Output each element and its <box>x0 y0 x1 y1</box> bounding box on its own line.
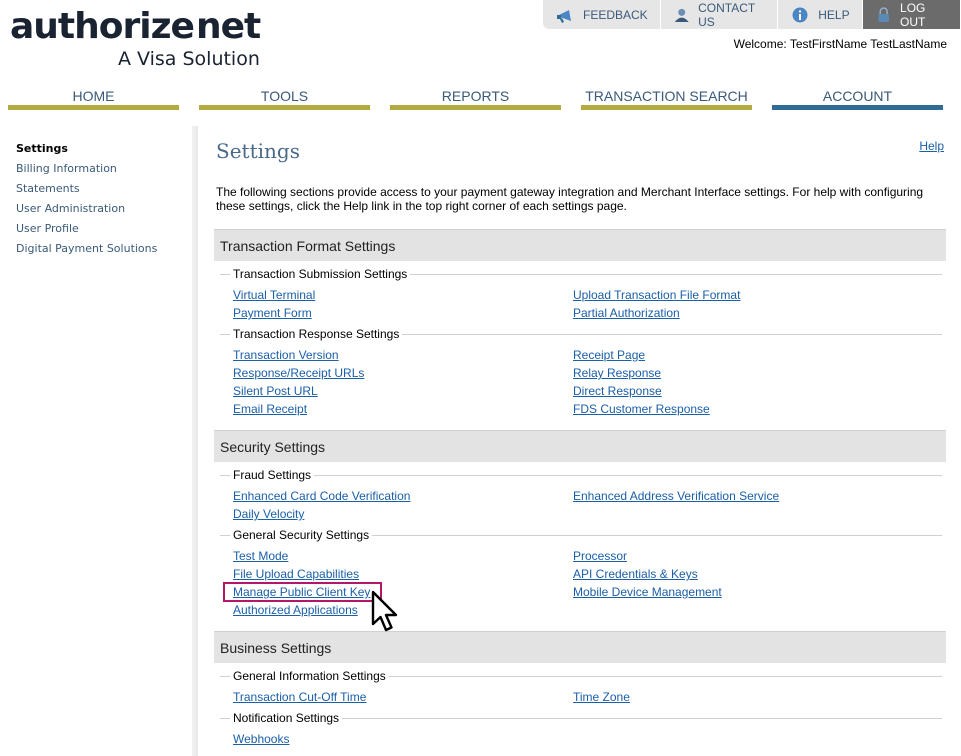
nav-tab-tools[interactable]: TOOLS <box>199 88 370 110</box>
link-transaction-cut-off-time[interactable]: Transaction Cut-Off Time <box>233 690 366 704</box>
log-out-link[interactable]: LOG OUT <box>862 0 961 29</box>
log-out-label: LOG OUT <box>900 0 926 29</box>
link-mobile-device-management[interactable]: Mobile Device Management <box>573 585 722 599</box>
logo-text-authorize: authorize <box>10 6 195 47</box>
subhead-rule <box>220 475 942 476</box>
link-enhanced-address-verification-service[interactable]: Enhanced Address Verification Service <box>573 489 779 503</box>
person-icon <box>674 8 689 22</box>
link-file-upload-capabilities[interactable]: File Upload Capabilities <box>233 567 359 581</box>
account-sidebar: Settings Billing Information Statements … <box>16 141 157 261</box>
page-title: Settings <box>216 139 300 163</box>
lock-icon <box>878 6 889 22</box>
sidebar-item-settings[interactable]: Settings <box>16 141 157 161</box>
link-silent-post-url[interactable]: Silent Post URL <box>233 384 318 398</box>
authorize-net-logo[interactable]: authorize net A Visa Solution <box>10 6 261 71</box>
subhead-general-security: General Security Settings <box>220 528 942 542</box>
sidebar-item-statements[interactable]: Statements <box>16 181 157 201</box>
welcome-message: Welcome: TestFirstName TestLastName <box>733 37 947 51</box>
subhead-label: Transaction Response Settings <box>230 327 403 341</box>
sidebar-item-user-administration[interactable]: User Administration <box>16 201 157 221</box>
subhead-label: General Security Settings <box>230 528 373 542</box>
section-header-security: Security Settings <box>214 430 946 462</box>
link-api-credentials-keys[interactable]: API Credentials & Keys <box>573 567 698 581</box>
link-enhanced-card-code-verification[interactable]: Enhanced Card Code Verification <box>233 489 410 503</box>
contact-us-label: CONTACT US <box>698 0 756 29</box>
megaphone-icon <box>557 9 571 23</box>
link-partial-authorization[interactable]: Partial Authorization <box>573 306 680 320</box>
link-receipt-page[interactable]: Receipt Page <box>573 348 645 362</box>
section-header-business: Business Settings <box>214 631 946 663</box>
section-header-transaction-format: Transaction Format Settings <box>214 229 946 261</box>
link-authorized-applications[interactable]: Authorized Applications <box>233 603 358 617</box>
feedback-label: FEEDBACK <box>583 7 648 22</box>
info-icon <box>792 7 808 22</box>
subhead-label: Transaction Submission Settings <box>230 267 411 281</box>
nav-tab-home[interactable]: HOME <box>8 88 179 110</box>
subhead-label: General Information Settings <box>230 669 389 683</box>
help-link-top[interactable]: HELP <box>778 0 863 29</box>
nav-tab-account[interactable]: ACCOUNT <box>772 88 943 110</box>
page-intro-text: The following sections provide access to… <box>216 185 924 213</box>
sidebar-item-billing-information[interactable]: Billing Information <box>16 161 157 181</box>
contact-us-link[interactable]: CONTACT US <box>660 0 779 29</box>
subhead-label: Fraud Settings <box>230 468 315 482</box>
subhead-general-information: General Information Settings <box>220 669 942 683</box>
logo-text-net: net <box>195 6 261 47</box>
sidebar-item-digital-payment-solutions[interactable]: Digital Payment Solutions <box>16 241 157 261</box>
link-processor[interactable]: Processor <box>573 549 627 563</box>
link-time-zone[interactable]: Time Zone <box>573 690 630 704</box>
link-virtual-terminal[interactable]: Virtual Terminal <box>233 288 315 302</box>
logo-wordmark: authorize net <box>10 6 261 47</box>
help-label: HELP <box>818 7 850 22</box>
top-utility-links: FEEDBACK CONTACT US HELP LOG OUT <box>543 0 961 29</box>
link-webhooks[interactable]: Webhooks <box>233 732 289 746</box>
subhead-notification: Notification Settings <box>220 711 942 725</box>
subhead-label: Notification Settings <box>230 711 343 725</box>
subhead-transaction-response: Transaction Response Settings <box>220 327 942 341</box>
page-help-link[interactable]: Help <box>919 139 944 153</box>
feedback-link[interactable]: FEEDBACK <box>543 0 661 29</box>
sidebar-divider <box>192 126 198 756</box>
link-email-receipt[interactable]: Email Receipt <box>233 402 307 416</box>
subhead-fraud: Fraud Settings <box>220 468 942 482</box>
sidebar-item-user-profile[interactable]: User Profile <box>16 221 157 241</box>
link-response-receipt-urls[interactable]: Response/Receipt URLs <box>233 366 364 380</box>
link-direct-response[interactable]: Direct Response <box>573 384 662 398</box>
main-nav: HOME TOOLS REPORTS TRANSACTION SEARCH AC… <box>8 88 943 110</box>
link-relay-response[interactable]: Relay Response <box>573 366 661 380</box>
logo-tagline: A Visa Solution <box>118 48 260 70</box>
nav-tab-transaction-search[interactable]: TRANSACTION SEARCH <box>581 88 752 110</box>
nav-tab-reports[interactable]: REPORTS <box>390 88 561 110</box>
link-fds-customer-response[interactable]: FDS Customer Response <box>573 402 710 416</box>
link-test-mode[interactable]: Test Mode <box>233 549 288 563</box>
highlight-box <box>223 582 382 602</box>
link-payment-form[interactable]: Payment Form <box>233 306 312 320</box>
link-upload-transaction-file-format[interactable]: Upload Transaction File Format <box>573 288 740 302</box>
mouse-pointer-icon <box>371 590 398 632</box>
link-transaction-version[interactable]: Transaction Version <box>233 348 339 362</box>
subhead-transaction-submission: Transaction Submission Settings <box>220 267 942 281</box>
link-daily-velocity[interactable]: Daily Velocity <box>233 507 304 521</box>
